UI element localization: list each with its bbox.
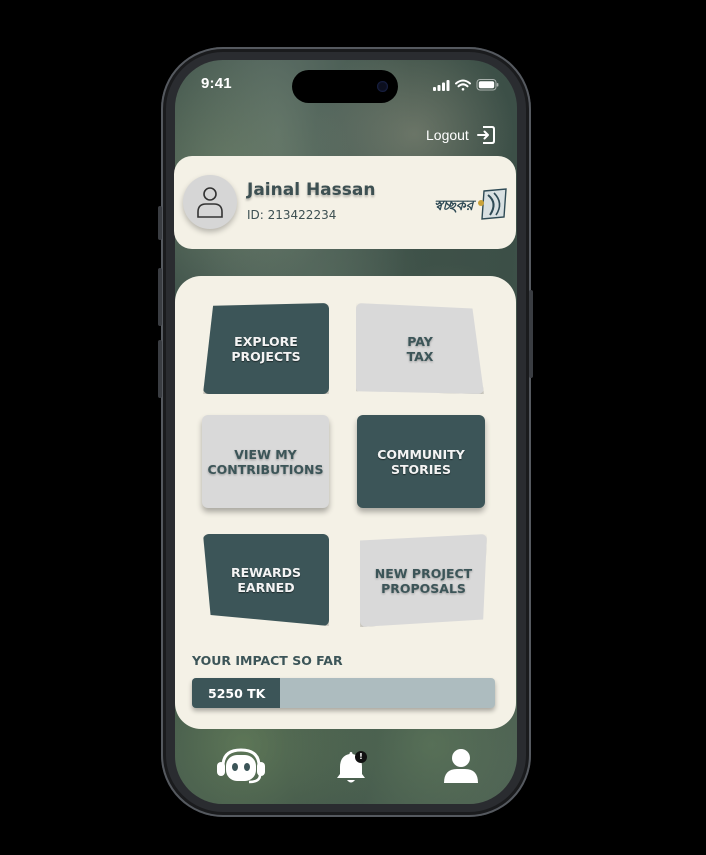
tile-label: EXPLORE PROJECTS: [231, 333, 301, 364]
tile-label: REWARDS EARNED: [230, 565, 302, 595]
logout-icon: [476, 126, 495, 144]
mute-switch: [158, 206, 162, 240]
impact-value: 5250 TK: [208, 686, 266, 701]
avatar[interactable]: [183, 175, 237, 229]
dynamic-island: [292, 70, 398, 103]
impact-progress-bar: 5250 TK: [192, 678, 495, 708]
status-icons: [433, 79, 499, 91]
tile-label: NEW PROJECT PROPOSALS: [374, 565, 473, 596]
rewards-earned-button[interactable]: REWARDS EARNED: [203, 534, 329, 626]
logout-button[interactable]: Logout: [426, 124, 496, 146]
status-time: 9:41: [201, 75, 232, 92]
power-button: [529, 290, 533, 378]
support-bot-icon[interactable]: [216, 747, 266, 785]
volume-up-button: [158, 268, 162, 326]
battery-icon: [476, 79, 499, 91]
tile-label: COMMUNITY STORIES: [377, 446, 465, 477]
view-contributions-button[interactable]: VIEW MY CONTRIBUTIONS: [202, 415, 329, 508]
explore-projects-button[interactable]: EXPLORE PROJECTS: [203, 303, 329, 394]
user-name: Jainal Hassan: [247, 180, 376, 200]
notification-badge: !: [355, 751, 367, 763]
wifi-icon: [455, 79, 471, 91]
signal-icon: [433, 80, 450, 91]
community-stories-button[interactable]: COMMUNITY STORIES: [357, 415, 485, 508]
volume-down-button: [158, 340, 162, 398]
new-project-proposals-button[interactable]: NEW PROJECT PROPOSALS: [360, 534, 487, 627]
brand-text: স্বচ্ছকর: [434, 198, 474, 214]
user-id: ID: 213422234: [247, 208, 337, 222]
pay-tax-button[interactable]: PAY TAX: [356, 303, 484, 394]
impact-label: YOUR IMPACT SO FAR: [192, 653, 343, 668]
brand-logo: স্বচ্ছকর: [434, 187, 508, 221]
tile-label: PAY TAX: [406, 333, 434, 364]
camera-icon: [377, 81, 388, 92]
user-icon: [197, 187, 223, 218]
logout-label: Logout: [426, 127, 469, 143]
profile-icon[interactable]: [443, 748, 479, 784]
tile-label: VIEW MY CONTRIBUTIONS: [207, 446, 324, 477]
